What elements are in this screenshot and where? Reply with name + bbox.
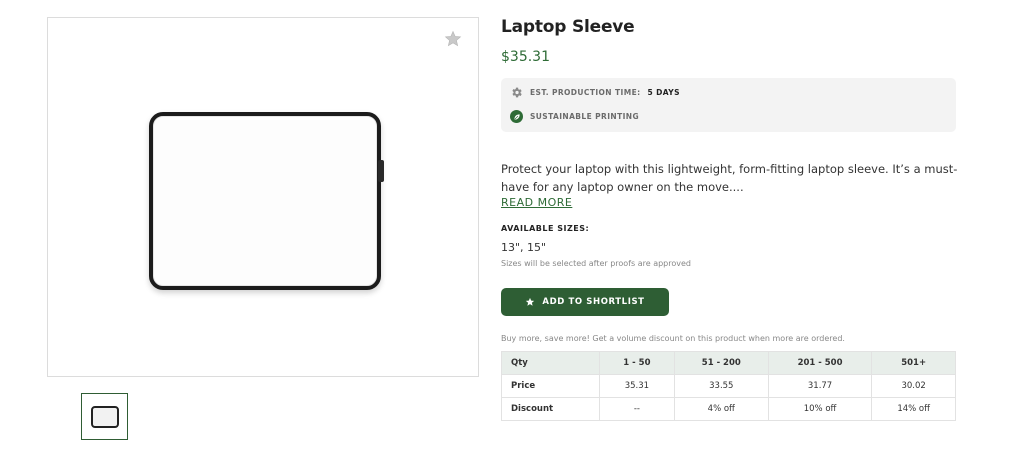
add-to-shortlist-label: ADD TO SHORTLIST [542,297,645,307]
leaf-icon [510,110,523,123]
table-cell: 4% off [673,397,769,421]
table-header-cell: 501+ [871,351,956,375]
table-cell: Discount [501,397,600,421]
available-sizes-value: 13", 15" [501,241,547,254]
production-time-label: EST. PRODUCTION TIME: [530,88,641,97]
volume-pricing-table: Qty 1 - 50 51 - 200 201 - 500 501+ Price… [501,351,956,421]
read-more-link[interactable]: READ MORE [501,196,572,209]
product-thumbnail[interactable] [81,393,128,440]
production-time-row: EST. PRODUCTION TIME: 5 DAYS [510,86,680,99]
table-cell: 31.77 [767,374,873,398]
table-row: Discount -- 4% off 10% off 14% off [501,397,956,421]
production-time-value: 5 DAYS [647,88,680,97]
table-cell: 10% off [767,397,873,421]
table-cell: Price [501,374,600,398]
sustainable-row: SUSTAINABLE PRINTING [510,110,639,123]
add-to-shortlist-button[interactable]: ADD TO SHORTLIST [501,288,669,316]
thumbnail-image [91,406,119,428]
table-cell: 30.02 [871,374,956,398]
gear-icon [512,87,522,98]
product-description: Protect your laptop with this lightweigh… [501,162,958,194]
zipper-pull [378,160,384,182]
sustainable-label: SUSTAINABLE PRINTING [530,112,640,121]
sizes-note: Sizes will be selected after proofs are … [501,259,691,268]
table-header-cell: Qty [501,351,600,375]
table-row: Price 35.31 33.55 31.77 30.02 [501,374,956,398]
product-image-frame [47,17,479,377]
table-header-cell: 51 - 200 [673,351,769,375]
volume-discount-note: Buy more, save more! Get a volume discou… [501,334,845,343]
favorite-star-icon[interactable] [444,30,462,48]
product-info-box: EST. PRODUCTION TIME: 5 DAYS SUSTAINABLE… [501,78,956,132]
product-price: $35.31 [501,49,550,65]
table-cell: 33.55 [673,374,769,398]
table-header-cell: 1 - 50 [599,351,675,375]
table-cell: 35.31 [599,374,675,398]
product-image-laptop-sleeve [149,112,384,290]
table-header-cell: 201 - 500 [767,351,873,375]
product-title: Laptop Sleeve [501,17,635,37]
star-icon [526,297,535,306]
table-cell: 14% off [871,397,956,421]
table-cell: -- [599,397,675,421]
available-sizes-label: AVAILABLE SIZES: [501,224,590,233]
table-header-row: Qty 1 - 50 51 - 200 201 - 500 501+ [501,351,956,375]
